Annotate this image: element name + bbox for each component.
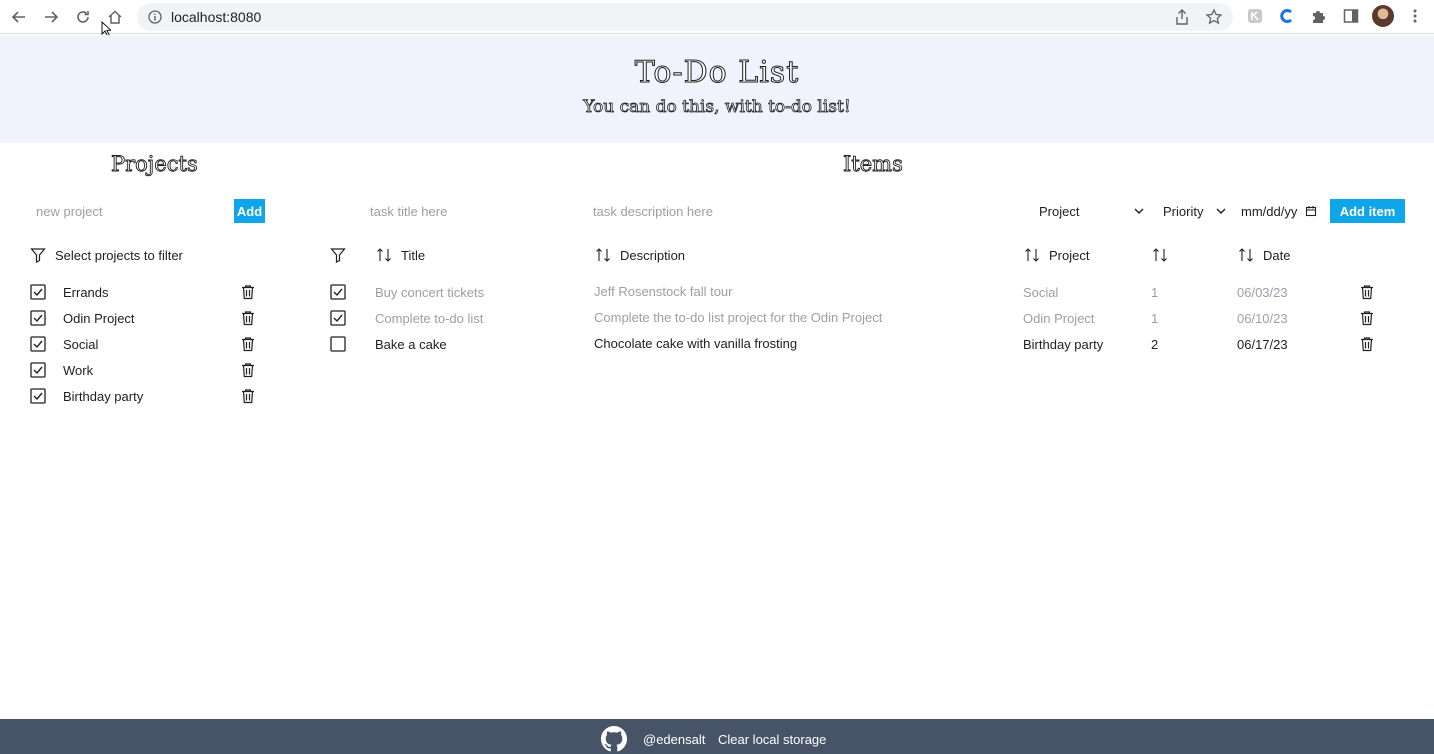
project-name[interactable]: Odin Project [63, 311, 135, 326]
trash-icon[interactable] [1359, 336, 1375, 352]
item-description[interactable]: Complete the to-do list project for the … [594, 310, 882, 325]
trash-icon[interactable] [1359, 310, 1375, 326]
info-icon[interactable] [147, 9, 163, 25]
project-select[interactable]: Project [1039, 199, 1145, 223]
item-date: 06/10/23 [1237, 311, 1288, 326]
reload-icon [77, 11, 89, 23]
item-date: 06/03/23 [1237, 285, 1288, 300]
project-name[interactable]: Birthday party [63, 389, 143, 404]
back-button[interactable] [7, 5, 31, 29]
browser-toolbar: localhost:8080 [0, 0, 1434, 34]
github-icon[interactable] [601, 726, 627, 752]
url-text: localhost:8080 [171, 9, 262, 25]
trash-icon[interactable] [1359, 284, 1375, 300]
trash-icon[interactable] [240, 310, 256, 326]
items-heading: Items [843, 152, 904, 177]
item-priority: 1 [1151, 285, 1159, 300]
checkbox-checked-icon[interactable] [30, 362, 46, 378]
project-name[interactable]: Work [63, 363, 93, 378]
profile-avatar[interactable] [1372, 5, 1394, 27]
date-input-placeholder: mm/dd/yy [1241, 203, 1298, 219]
item-description[interactable]: Jeff Rosenstock fall tour [594, 284, 733, 299]
reload-button[interactable] [71, 5, 95, 29]
trash-icon[interactable] [240, 388, 256, 404]
filter-icon [30, 247, 46, 263]
checkbox-unchecked-icon[interactable] [330, 336, 346, 352]
add-item-button[interactable]: Add item [1330, 199, 1405, 223]
filter-label: Select projects to filter [55, 248, 183, 263]
trash-icon[interactable] [240, 362, 256, 378]
sort-icon[interactable] [1152, 247, 1168, 263]
address-bar[interactable]: localhost:8080 [137, 3, 1233, 31]
item-description[interactable]: Chocolate cake with vanilla frosting [594, 336, 797, 351]
trash-icon[interactable] [240, 336, 256, 352]
item-date: 06/17/23 [1237, 337, 1288, 352]
item-title[interactable]: Buy concert tickets [375, 285, 484, 300]
column-date[interactable]: Date [1263, 248, 1290, 263]
checkbox-checked-icon[interactable] [330, 284, 346, 300]
item-project: Birthday party [1023, 337, 1104, 352]
app-header: To-Do List You can do this, with to-do l… [0, 35, 1434, 143]
footer: @edensalt Clear local storage [0, 719, 1434, 754]
column-description[interactable]: Description [620, 248, 685, 263]
priority-select[interactable]: Priority [1163, 199, 1227, 223]
bookmark-star-icon[interactable] [1205, 8, 1223, 26]
puzzle-icon[interactable] [1309, 6, 1329, 26]
kebab-menu-icon[interactable] [1405, 6, 1425, 26]
checkbox-checked-icon[interactable] [30, 388, 46, 404]
checkbox-checked-icon[interactable] [30, 284, 46, 300]
column-project[interactable]: Project [1049, 248, 1089, 263]
page-subtitle: You can do this, with to-do list! [583, 97, 851, 118]
checkbox-checked-icon[interactable] [30, 336, 46, 352]
project-name[interactable]: Errands [63, 285, 109, 300]
project-select-value: Project [1039, 203, 1080, 219]
priority-select-value: Priority [1163, 203, 1204, 219]
projects-heading: Projects [111, 152, 199, 177]
arrow-left-icon [11, 11, 25, 23]
sort-icon[interactable] [1238, 247, 1254, 263]
page-title: To-Do List [634, 55, 800, 91]
item-title[interactable]: Bake a cake [375, 337, 447, 352]
checkbox-checked-icon[interactable] [30, 310, 46, 326]
item-title[interactable]: Complete to-do list [375, 311, 483, 326]
project-name[interactable]: Social [63, 337, 98, 352]
column-title[interactable]: Title [401, 248, 425, 263]
filter-icon[interactable] [330, 247, 346, 263]
item-project: Social [1023, 285, 1059, 300]
sort-icon[interactable] [1024, 247, 1040, 263]
clear-storage-button[interactable]: Clear local storage [718, 732, 826, 747]
trash-icon[interactable] [240, 284, 256, 300]
extension-grammar-icon[interactable] [1245, 6, 1265, 26]
sort-icon[interactable] [376, 247, 392, 263]
arrow-right-icon [45, 11, 59, 23]
chevron-down-icon [1216, 208, 1226, 214]
item-priority: 1 [1151, 311, 1159, 326]
new-project-input[interactable] [36, 199, 226, 223]
github-handle-link[interactable]: @edensalt [643, 732, 705, 747]
share-icon[interactable] [1173, 8, 1191, 26]
task-description-input[interactable] [593, 199, 993, 223]
item-project: Odin Project [1023, 311, 1095, 326]
add-project-button[interactable]: Add [234, 199, 265, 223]
checkbox-checked-icon[interactable] [330, 310, 346, 326]
task-title-input[interactable] [370, 199, 570, 223]
date-input[interactable]: mm/dd/yy [1241, 199, 1317, 223]
side-panel-icon[interactable] [1341, 6, 1361, 26]
sort-icon[interactable] [595, 247, 611, 263]
extension-c-icon[interactable] [1277, 6, 1297, 26]
forward-button[interactable] [39, 5, 63, 29]
calendar-icon[interactable] [1305, 205, 1317, 217]
item-priority: 2 [1151, 337, 1159, 352]
chevron-down-icon [1134, 208, 1144, 214]
